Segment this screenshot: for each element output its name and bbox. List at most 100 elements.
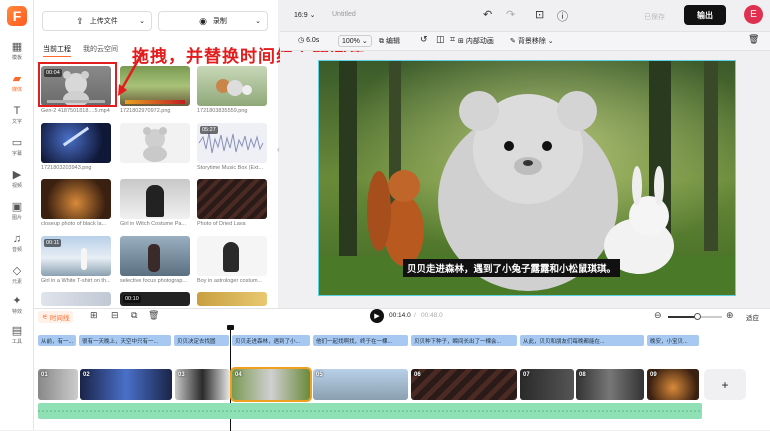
subtitle-chip[interactable]: 贝贝决定去找圆: [174, 335, 229, 346]
timeline-clip[interactable]: 02: [80, 369, 172, 400]
media-item[interactable]: closeup photo of black la...: [41, 179, 111, 227]
rail-item-video[interactable]: ▶ 视频: [0, 164, 34, 194]
media-item[interactable]: 1721803203943.png: [41, 123, 111, 171]
export-button[interactable]: 输出: [684, 5, 726, 25]
grid-icon: ▦: [11, 41, 23, 53]
shapes-icon: ◇: [12, 265, 22, 277]
edit-button[interactable]: ⧉ 编辑: [379, 36, 400, 46]
rail-item-text[interactable]: T 文字: [0, 100, 34, 130]
delete-icon[interactable]: 🗑: [148, 310, 159, 321]
zoom-slider-knob[interactable]: [694, 313, 702, 320]
subtitle-chip[interactable]: 贝贝走进森林，遇到了小...: [232, 335, 310, 346]
zoom-select[interactable]: 100% ⌄: [338, 35, 372, 47]
save-status: 已保存: [644, 14, 665, 21]
delete-icon[interactable]: 🗑: [748, 34, 759, 45]
highlight-box: [38, 62, 117, 107]
project-title[interactable]: Untitled: [332, 11, 356, 18]
playhead-handle[interactable]: [227, 325, 234, 330]
subtitle-chip[interactable]: 很有一天晚上，天空中只有一...: [79, 335, 171, 346]
subtitle-chip[interactable]: 从此，贝贝和朋友们每晚都能在...: [520, 335, 644, 346]
subtitle-chip[interactable]: 他们一起找啊找，终于在一棵...: [313, 335, 408, 346]
animation-button[interactable]: ⊞ 内部动画: [458, 36, 494, 46]
current-time: 00:14.0: [389, 312, 411, 319]
edit-icon: ⧉: [379, 38, 384, 45]
flip-icon[interactable]: ◫: [436, 34, 445, 45]
text-icon: T: [13, 105, 21, 117]
timeline-clip-selected[interactable]: 04: [230, 367, 312, 402]
trim-icon[interactable]: ⊟: [111, 310, 119, 321]
app-logo[interactable]: F: [7, 6, 27, 26]
aspect-ratio-select[interactable]: 16:9 ⌄: [294, 11, 315, 19]
play-button[interactable]: ▶: [370, 309, 384, 323]
effects-icon: ✦: [12, 295, 22, 307]
chevron-down-icon: ⌄: [547, 38, 554, 45]
timeline-panel: ⚟ 时间线 ⊞ ⊟ ⧉ 🗑 ▶ 00:14.0 / 00:48.0 ⊖ ⊕ 适应 …: [34, 308, 770, 431]
media-item[interactable]: Boy in astrologer costum...: [197, 236, 267, 284]
help-icon[interactable]: ⓘ: [557, 8, 568, 24]
rail-item-effects[interactable]: ✦ 特效: [0, 290, 34, 320]
subtitle-chip[interactable]: 晚安，小宝贝...: [647, 335, 699, 346]
audio-track[interactable]: [38, 403, 702, 419]
crop-icon[interactable]: ⌗: [450, 34, 455, 45]
chevron-down-icon: ⌄: [361, 38, 368, 45]
caption-icon: ▭: [11, 137, 23, 149]
media-item[interactable]: selective focus photograp...: [120, 236, 190, 284]
video-subtitle[interactable]: 贝贝走进森林，遇到了小兔子露露和小松鼠琪琪。: [403, 259, 621, 277]
rotate-icon[interactable]: ↺: [420, 34, 428, 45]
subtitle-chip[interactable]: 从前，有一...: [38, 335, 76, 346]
animals-thumbnail: [216, 79, 252, 96]
time-separator: /: [414, 312, 416, 319]
rail-item-elements[interactable]: ◇ 元素: [0, 260, 34, 290]
rail-item-audio[interactable]: ♫ 音频: [0, 228, 34, 258]
copy-icon[interactable]: ⧉: [131, 310, 137, 321]
zoom-slider[interactable]: [668, 313, 722, 320]
undo-icon[interactable]: ↶: [483, 8, 492, 21]
magic-icon: ✎: [510, 38, 516, 45]
background-remove-button[interactable]: ✎ 背景移除 ⌄: [510, 36, 554, 46]
timeline-clip[interactable]: 05: [313, 369, 408, 400]
timeline-clip[interactable]: 08: [576, 369, 644, 400]
media-item[interactable]: Photo of Dried Lava: [197, 179, 267, 227]
media-item[interactable]: [120, 123, 190, 165]
clock-icon: ◷: [298, 37, 305, 44]
timeline-clip[interactable]: 01: [38, 369, 78, 400]
add-clip-button[interactable]: +: [704, 369, 746, 400]
timeline-clip[interactable]: 09: [647, 369, 699, 400]
chevron-down-icon: ⌄: [309, 12, 316, 19]
rail-item-templates[interactable]: ▦ 模板: [0, 36, 34, 66]
duration-control[interactable]: ◷ 6.0s: [298, 36, 319, 44]
rail-item-images[interactable]: ▣ 图片: [0, 196, 34, 226]
media-item[interactable]: Girl in Witch Costume Pa...: [120, 179, 190, 227]
media-item[interactable]: [197, 292, 267, 306]
redo-icon[interactable]: ↷: [506, 8, 515, 21]
tab-current-project[interactable]: 当前工程: [43, 44, 71, 57]
folder-icon: ▰: [12, 73, 22, 85]
rail-item-tools[interactable]: ▤ 工具: [0, 320, 34, 350]
video-icon: ▶: [12, 169, 22, 181]
media-item[interactable]: 1721803835559.png: [197, 66, 267, 114]
avatar[interactable]: E: [744, 5, 763, 24]
media-item[interactable]: 00:10: [120, 292, 190, 306]
zoom-out-icon[interactable]: ⊖: [654, 310, 662, 321]
zoom-in-icon[interactable]: ⊕: [726, 310, 734, 321]
record-icon: ◉: [199, 15, 207, 26]
record-button[interactable]: ◉ 录制 ⌄: [158, 11, 268, 31]
timeline-clip[interactable]: 07: [520, 369, 574, 400]
subtitle-chip[interactable]: 贝贝种下种子，瞬间长出了一棵会...: [411, 335, 517, 346]
rail-item-captions[interactable]: ▭ 字幕: [0, 132, 34, 162]
fit-button[interactable]: 适应: [746, 312, 759, 322]
timeline-clip[interactable]: 06: [411, 369, 517, 400]
split-icon[interactable]: ⊞: [90, 310, 98, 321]
upload-button[interactable]: ⇪ 上传文件 ⌄: [42, 11, 152, 31]
rail-item-media[interactable]: ▰ 媒体: [0, 68, 34, 98]
timeline-clip[interactable]: 03: [175, 369, 230, 400]
chevron-down-icon[interactable]: ⌄: [139, 17, 145, 25]
media-item[interactable]: 00:11 Girl in a White T-shirt on th...: [41, 236, 111, 284]
chevron-down-icon[interactable]: ⌄: [255, 17, 261, 25]
screenshot-icon[interactable]: ⊡: [535, 8, 544, 21]
media-tabs: 当前工程 我的云空间: [43, 44, 118, 57]
timeline-toggle[interactable]: ⚟ 时间线: [38, 311, 74, 323]
media-item[interactable]: 05:27 Storytime Music Box (Ext...: [197, 123, 267, 171]
media-item[interactable]: [41, 292, 111, 306]
tab-cloud-space[interactable]: 我的云空间: [83, 44, 118, 57]
